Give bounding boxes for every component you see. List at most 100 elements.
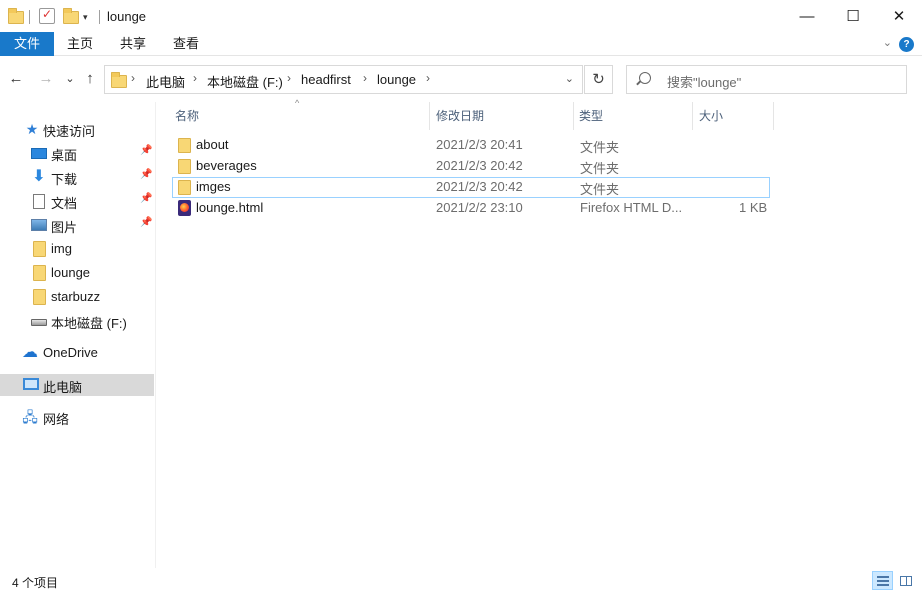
breadcrumb-headfirst[interactable]: headfirst <box>301 72 351 87</box>
desktop-icon <box>31 148 47 159</box>
file-type: Firefox HTML D... <box>580 200 683 215</box>
file-row[interactable]: about 2021/2/3 20:41 文件夹 <box>172 135 770 156</box>
nav-label: 快速访问 <box>43 124 96 139</box>
nav-label: 此电脑 <box>43 380 83 395</box>
nav-drive-f[interactable]: 本地磁盘 (F:) <box>0 310 154 332</box>
large-icons-view-button[interactable] <box>895 571 916 590</box>
nav-label: lounge <box>51 265 91 280</box>
nav-label: starbuzz <box>51 289 101 304</box>
details-view-icon <box>877 576 889 586</box>
address-dropdown-icon[interactable]: ⌄ <box>565 72 574 85</box>
search-box[interactable]: 搜索"lounge" <box>626 65 907 94</box>
tab-home[interactable]: 主页 <box>58 32 102 56</box>
address-row: ← → ⌄ ↑ › 此电脑 › 本地磁盘 (F:) › headfirst › … <box>0 56 922 102</box>
folder-icon <box>33 265 46 281</box>
pin-icon[interactable]: 📌 <box>140 145 152 156</box>
help-icon[interactable]: ? <box>899 37 914 52</box>
cloud-icon: ☁ <box>22 344 38 361</box>
nav-label: 文档 <box>51 196 78 211</box>
nav-onedrive[interactable]: ☁ OneDrive <box>0 342 154 364</box>
file-type: 文件夹 <box>580 140 620 155</box>
column-header-type[interactable]: 类型 <box>579 102 693 130</box>
nav-this-pc[interactable]: 此电脑 <box>0 374 154 396</box>
pin-icon[interactable]: 📌 <box>140 217 152 228</box>
nav-desktop[interactable]: 桌面 📌 <box>0 142 154 164</box>
tab-file[interactable]: 文件 <box>0 32 54 56</box>
tab-share[interactable]: 共享 <box>111 32 155 56</box>
download-icon: ⬇ <box>32 168 46 185</box>
file-name: about <box>196 137 229 152</box>
file-row[interactable]: beverages 2021/2/3 20:42 文件夹 <box>172 156 770 177</box>
computer-icon <box>23 378 39 390</box>
nav-label: 下载 <box>51 172 78 187</box>
nav-label: 本地磁盘 (F:) <box>51 316 127 331</box>
folder-icon <box>178 180 191 195</box>
breadcrumb-separator[interactable]: › <box>287 71 291 85</box>
tab-view[interactable]: 查看 <box>164 32 208 56</box>
divider <box>29 10 30 24</box>
folder-icon <box>111 72 127 88</box>
nav-label: 图片 <box>51 220 78 235</box>
nav-folder-img[interactable]: img <box>0 238 154 260</box>
file-modified: 2021/2/3 20:42 <box>436 179 523 194</box>
breadcrumb-separator[interactable]: › <box>131 71 135 85</box>
search-placeholder[interactable]: 搜索"lounge" <box>667 72 741 91</box>
firefox-html-icon <box>178 200 191 216</box>
folder-icon <box>33 241 46 257</box>
nav-label: OneDrive <box>43 345 98 360</box>
nav-label: img <box>51 241 72 256</box>
minimize-button[interactable]: — <box>784 0 830 32</box>
file-type: 文件夹 <box>580 182 620 197</box>
breadcrumb-drive[interactable]: 本地磁盘 (F:) <box>207 72 283 91</box>
star-icon: ★ <box>25 121 39 137</box>
expand-ribbon-icon[interactable]: ⌄ <box>883 36 892 49</box>
file-name: lounge.html <box>196 200 264 215</box>
column-header-name[interactable]: 名称 <box>175 102 430 130</box>
file-row[interactable]: imges 2021/2/3 20:42 文件夹 <box>172 177 770 198</box>
breadcrumb-lounge[interactable]: lounge <box>377 72 416 87</box>
item-count: 4 个项目 <box>12 576 59 590</box>
address-bar[interactable]: › 此电脑 › 本地磁盘 (F:) › headfirst › lounge ›… <box>104 65 583 94</box>
file-modified: 2021/2/3 20:41 <box>436 137 523 152</box>
title-bar: ✓ ▾ lounge — ☐ ✕ <box>0 0 922 32</box>
ribbon: 文件 主页 共享 查看 ⌄ ? <box>0 32 922 56</box>
divider <box>99 10 100 24</box>
breadcrumb-separator[interactable]: › <box>193 71 197 85</box>
recent-locations-button[interactable]: ⌄ <box>60 69 80 89</box>
navigation-pane: ★ 快速访问 桌面 📌 ⬇ 下载 📌 文档 📌 图片 📌 img lounge … <box>0 102 156 568</box>
breadcrumb-separator[interactable]: › <box>426 71 430 85</box>
maximize-button[interactable]: ☐ <box>830 0 876 32</box>
up-button[interactable]: ↑ <box>80 69 100 89</box>
nav-documents[interactable]: 文档 📌 <box>0 190 154 212</box>
back-button[interactable]: ← <box>6 69 26 89</box>
folder-icon <box>8 7 24 26</box>
breadcrumb-separator[interactable]: › <box>363 71 367 85</box>
file-row[interactable]: lounge.html 2021/2/2 23:10 Firefox HTML … <box>172 198 770 219</box>
breadcrumb-this-pc[interactable]: 此电脑 <box>146 72 185 91</box>
properties-icon[interactable]: ✓ <box>39 7 55 24</box>
file-name: imges <box>196 179 231 194</box>
column-header-size[interactable]: 大小 <box>699 102 774 130</box>
column-header-modified[interactable]: 修改日期 <box>436 102 574 130</box>
pin-icon[interactable]: 📌 <box>140 193 152 204</box>
nav-network[interactable]: 🖧 网络 <box>0 406 154 428</box>
nav-label: 桌面 <box>51 148 78 163</box>
pin-icon[interactable]: 📌 <box>140 169 152 180</box>
details-view-button[interactable] <box>872 571 893 590</box>
status-bar: 4 个项目 <box>0 568 922 592</box>
nav-downloads[interactable]: ⬇ 下载 📌 <box>0 166 154 188</box>
close-button[interactable]: ✕ <box>876 0 922 32</box>
nav-pictures[interactable]: 图片 📌 <box>0 214 154 236</box>
forward-button[interactable]: → <box>36 69 56 89</box>
drive-icon <box>31 319 47 326</box>
refresh-button[interactable]: ↻ <box>584 65 613 94</box>
nav-quick-access[interactable]: ★ 快速访问 <box>0 118 154 140</box>
customize-toolbar-icon[interactable]: ▾ <box>83 8 88 26</box>
nav-label: 网络 <box>43 412 70 427</box>
nav-folder-lounge[interactable]: lounge <box>0 262 154 284</box>
new-folder-icon[interactable] <box>63 7 79 26</box>
folder-icon <box>33 289 46 305</box>
nav-folder-starbuzz[interactable]: starbuzz <box>0 286 154 308</box>
file-name: beverages <box>196 158 257 173</box>
folder-icon <box>178 138 191 153</box>
